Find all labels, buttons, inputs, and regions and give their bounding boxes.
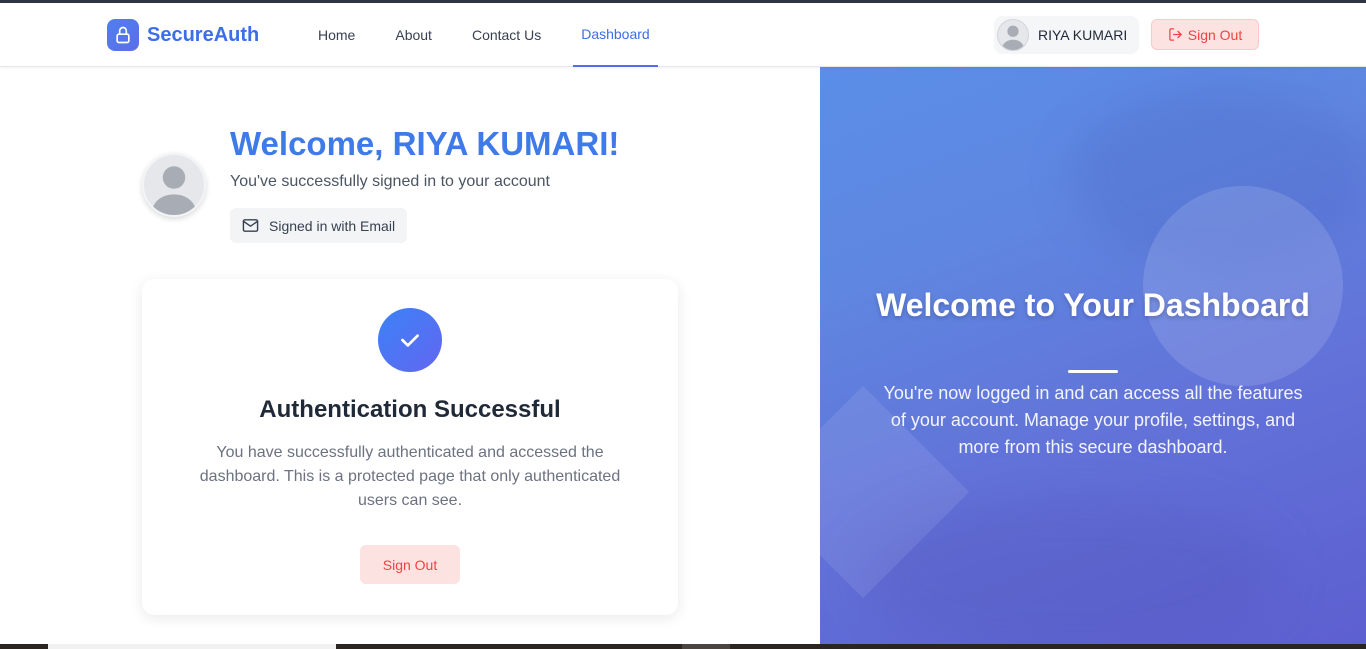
welcome-subtitle: You've successfully signed in to your ac… bbox=[230, 173, 550, 190]
hero-title: Welcome to Your Dashboard bbox=[876, 287, 1310, 323]
taskbar-item bbox=[682, 644, 730, 649]
welcome-heading: Welcome, RIYA KUMARI! bbox=[230, 125, 620, 162]
user-silhouette-icon bbox=[1001, 25, 1025, 50]
checkmark-icon bbox=[378, 308, 442, 372]
nav-signout-label: Sign Out bbox=[1187, 26, 1243, 43]
avatar bbox=[997, 19, 1029, 51]
user-menu[interactable]: RIYA KUMARI bbox=[994, 16, 1140, 54]
user-name: RIYA KUMARI bbox=[1038, 27, 1128, 43]
nav-signout-button[interactable]: Sign Out bbox=[1151, 19, 1259, 50]
main-nav: Home About Contact Us Dashboard bbox=[310, 3, 682, 67]
nav-link-home[interactable]: Home bbox=[310, 3, 363, 67]
title-divider bbox=[1068, 370, 1118, 373]
card-signout-button[interactable]: Sign Out bbox=[360, 545, 460, 584]
auth-card-title: Authentication Successful bbox=[259, 396, 561, 423]
profile-avatar bbox=[142, 153, 206, 217]
taskbar-item bbox=[48, 644, 336, 649]
brand[interactable]: SecureAuth bbox=[107, 19, 259, 51]
auth-success-card: Authentication Successful You have succe… bbox=[142, 279, 678, 615]
top-navbar: SecureAuth Home About Contact Us Dashboa… bbox=[0, 3, 1366, 67]
welcome-hero-panel: Welcome to Your Dashboard You're now log… bbox=[820, 67, 1366, 644]
signin-method-badge: Signed in with Email bbox=[230, 208, 408, 243]
sign-out-icon bbox=[1169, 28, 1182, 41]
lock-icon bbox=[107, 19, 139, 51]
nav-link-dashboard[interactable]: Dashboard bbox=[573, 3, 658, 67]
brand-name: SecureAuth bbox=[147, 23, 260, 46]
user-silhouette-icon bbox=[151, 166, 197, 215]
hero-description: You're now logged in and can access all … bbox=[883, 383, 1303, 457]
nav-link-contact[interactable]: Contact Us bbox=[464, 3, 549, 67]
auth-card-description: You have successfully authenticated and … bbox=[199, 444, 621, 509]
nav-link-about[interactable]: About bbox=[387, 3, 440, 67]
mail-icon bbox=[242, 219, 259, 232]
signin-method-label: Signed in with Email bbox=[269, 217, 396, 234]
dashboard-main: Welcome, RIYA KUMARI! You've successfull… bbox=[0, 67, 820, 644]
